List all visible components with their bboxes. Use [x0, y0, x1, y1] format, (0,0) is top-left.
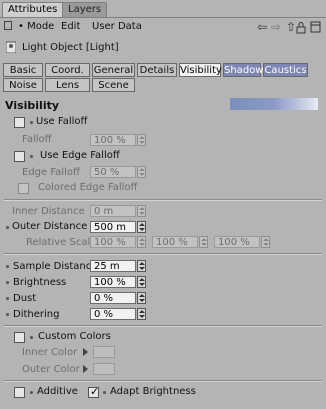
dust-stepper[interactable]	[137, 292, 146, 304]
menu-mode[interactable]: • Mode	[18, 21, 54, 32]
outer-distance-stepper[interactable]	[137, 221, 146, 233]
inner-color-label: Inner Color	[22, 347, 78, 358]
additive-label: Additive	[37, 386, 78, 397]
animation-dot-icon[interactable]	[30, 391, 33, 394]
dithering-stepper[interactable]	[137, 308, 146, 320]
tab-attributes[interactable]: Attributes	[2, 2, 64, 17]
brightness-stepper[interactable]	[137, 276, 146, 288]
dithering-field[interactable]: 0 %	[90, 308, 136, 320]
forward-arrow-icon[interactable]: ⇨	[271, 20, 281, 34]
edge-falloff-stepper[interactable]	[137, 166, 146, 178]
outer-distance-label: Outer Distance	[12, 221, 88, 232]
light-object-icon	[6, 41, 16, 53]
tab-details[interactable]: Details	[137, 63, 177, 77]
inner-distance-field[interactable]: 0 m	[90, 205, 136, 217]
falloff-field[interactable]: 100 %	[90, 134, 136, 146]
separator	[4, 199, 322, 201]
custom-colors-label: Custom Colors	[38, 331, 111, 342]
tab-coord[interactable]: Coord.	[45, 63, 90, 77]
outer-color-swatch[interactable]	[93, 363, 115, 375]
tab-scene[interactable]: Scene	[92, 78, 135, 92]
inner-distance-label: Inner Distance	[12, 206, 85, 217]
checkmark-icon: ✓	[90, 385, 100, 398]
animation-dot-icon[interactable]	[30, 155, 33, 158]
animation-dot-icon[interactable]	[6, 313, 9, 316]
dust-label: Dust	[13, 293, 37, 304]
tab-visibility[interactable]: Visibility	[179, 63, 222, 77]
edge-falloff-field[interactable]: 50 %	[90, 166, 136, 178]
brightness-field[interactable]: 100 %	[90, 276, 136, 288]
relative-scale-x-field[interactable]: 100 %	[90, 236, 136, 248]
separator	[4, 325, 322, 327]
sample-distance-label: Sample Distance	[13, 261, 98, 272]
additive-checkbox[interactable]	[14, 387, 25, 398]
animation-dot-icon[interactable]	[6, 281, 9, 284]
up-arrow-icon[interactable]: ⇧	[286, 20, 296, 34]
sample-distance-field[interactable]: 25 m	[90, 260, 136, 272]
use-edge-falloff-checkbox[interactable]	[14, 151, 25, 162]
object-title: Light Object [Light]	[22, 42, 119, 53]
relative-scale-label: Relative Scale	[26, 237, 97, 248]
outer-color-label: Outer Color	[22, 364, 80, 375]
back-arrow-icon[interactable]: ⇦	[257, 20, 267, 34]
tab-shadow[interactable]: Shadow	[223, 63, 263, 77]
new-panel-icon[interactable]	[310, 21, 322, 33]
edge-falloff-label: Edge Falloff	[22, 167, 80, 178]
menu-edit[interactable]: Edit	[61, 21, 80, 32]
tab-layers[interactable]: Layers	[62, 2, 108, 17]
tab-lens[interactable]: Lens	[45, 78, 90, 92]
animation-dot-icon[interactable]	[103, 391, 106, 394]
dithering-label: Dithering	[13, 309, 60, 320]
sample-distance-stepper[interactable]	[137, 260, 146, 272]
relative-scale-z-stepper[interactable]	[261, 236, 270, 248]
outer-distance-field[interactable]: 500 m	[90, 221, 136, 233]
inner-distance-stepper[interactable]	[137, 205, 146, 217]
falloff-label: Falloff	[22, 134, 52, 145]
colored-edge-falloff-label: Colored Edge Falloff	[38, 182, 138, 193]
separator	[4, 253, 322, 255]
panel-menu-icon[interactable]	[4, 21, 12, 30]
expand-triangle-icon[interactable]	[83, 348, 88, 356]
brightness-label: Brightness	[13, 277, 67, 288]
animation-dot-icon[interactable]	[6, 297, 9, 300]
dust-field[interactable]: 0 %	[90, 292, 136, 304]
use-edge-falloff-label: Use Edge Falloff	[40, 150, 120, 161]
animation-dot-icon[interactable]	[30, 121, 33, 124]
tab-caustics[interactable]: Caustics	[263, 63, 308, 77]
separator	[4, 380, 322, 382]
use-falloff-checkbox[interactable]	[14, 117, 25, 128]
relative-scale-x-stepper[interactable]	[137, 236, 146, 248]
animation-dot-icon[interactable]	[30, 336, 33, 339]
adapt-brightness-label: Adapt Brightness	[110, 386, 196, 397]
relative-scale-y-stepper[interactable]	[199, 236, 208, 248]
expand-triangle-icon[interactable]	[83, 365, 88, 373]
section-title: Visibility	[5, 99, 60, 112]
colored-edge-falloff-checkbox[interactable]	[18, 183, 29, 194]
inner-color-swatch[interactable]	[93, 346, 115, 358]
tab-basic[interactable]: Basic	[3, 63, 43, 77]
custom-colors-checkbox[interactable]	[14, 332, 25, 343]
falloff-stepper[interactable]	[137, 134, 146, 146]
relative-scale-z-field[interactable]: 100 %	[214, 236, 260, 248]
adapt-brightness-checkbox[interactable]: ✓	[88, 385, 100, 398]
tab-noise[interactable]: Noise	[3, 78, 43, 92]
menu-bar: • Mode Edit User Data ⇦ ⇨ ⇧	[0, 18, 326, 36]
menu-user-data[interactable]: User Data	[92, 21, 142, 32]
tab-general[interactable]: General	[92, 63, 135, 77]
animation-dot-icon[interactable]	[6, 226, 9, 229]
relative-scale-y-field[interactable]: 100 %	[152, 236, 198, 248]
use-falloff-label: Use Falloff	[36, 116, 88, 127]
section-color-bar	[230, 98, 318, 110]
lock-icon[interactable]	[296, 21, 306, 34]
animation-dot-icon[interactable]	[6, 265, 9, 268]
